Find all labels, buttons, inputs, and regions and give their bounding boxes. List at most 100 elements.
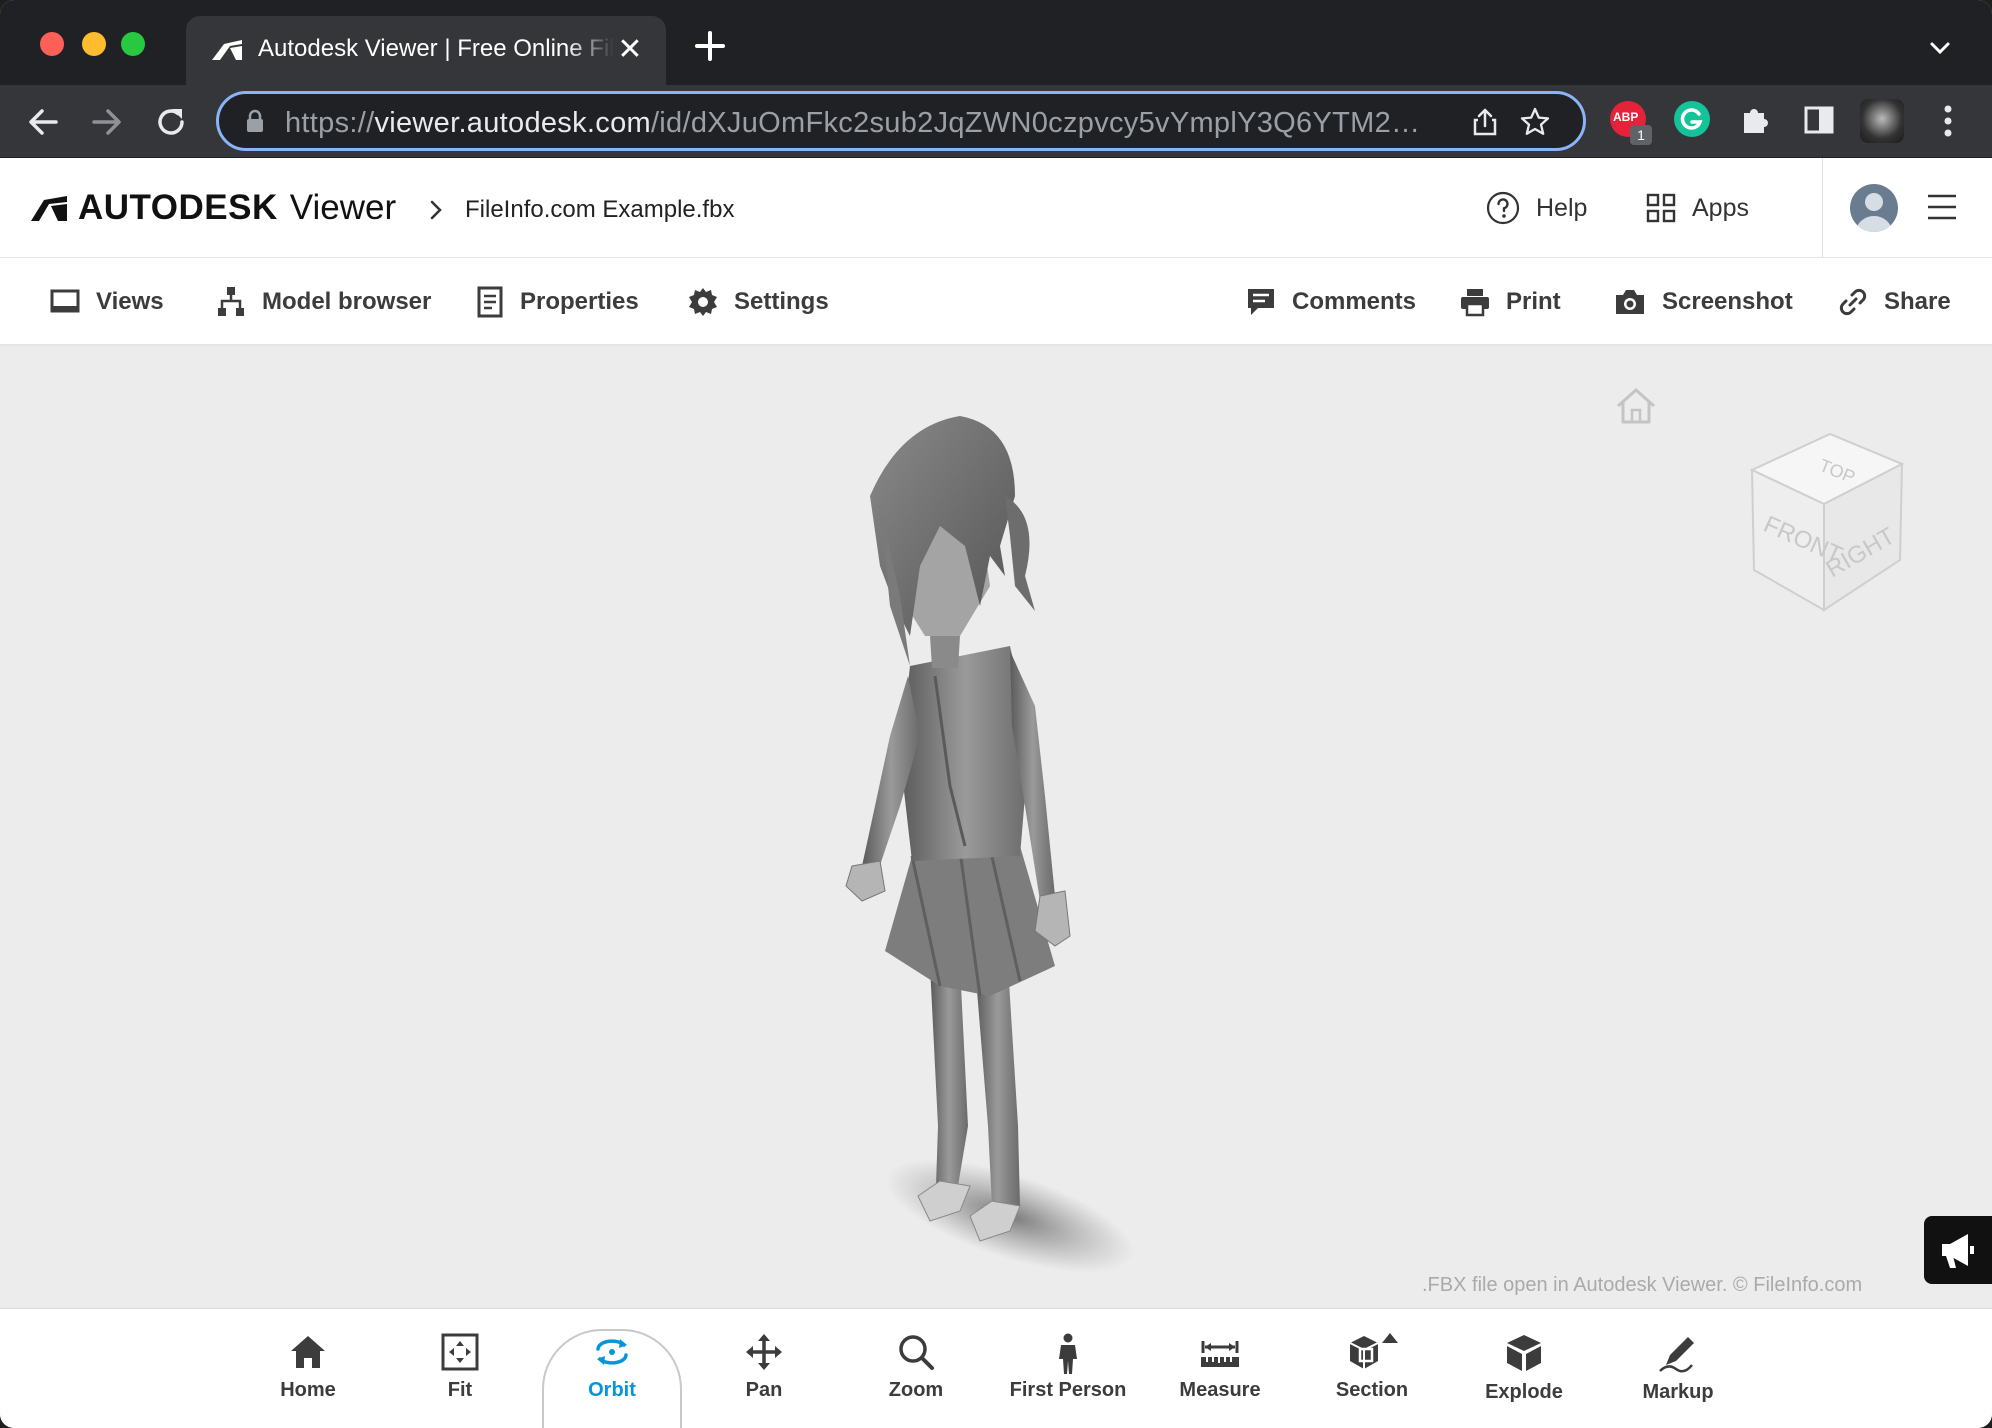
3d-viewport-canvas[interactable]: TOP FRONT RIGHT .FBX file open in Autode… bbox=[0, 346, 1992, 1308]
tab-title-fade bbox=[566, 28, 614, 68]
url-scheme: https:// bbox=[285, 107, 375, 139]
reload-icon[interactable] bbox=[152, 103, 190, 141]
adblock-badge-count: 1 bbox=[1630, 125, 1652, 145]
settings-button[interactable]: Settings bbox=[688, 284, 829, 320]
pan-move-icon bbox=[746, 1334, 782, 1370]
apps-button[interactable]: Apps bbox=[1646, 188, 1749, 228]
hamburger-menu-icon[interactable] bbox=[1926, 192, 1958, 222]
help-question-icon bbox=[1486, 191, 1520, 225]
app-header: AUTODESK Viewer FileInfo.com Example.fbx… bbox=[0, 158, 1992, 258]
settings-label: Settings bbox=[734, 288, 829, 315]
orbit-arrows-icon bbox=[596, 1339, 628, 1365]
fit-tool-label: Fit bbox=[447, 1379, 473, 1401]
share-page-icon[interactable] bbox=[1469, 106, 1501, 138]
markup-tool-label: Markup bbox=[1642, 1381, 1714, 1403]
print-printer-icon bbox=[1461, 289, 1489, 317]
views-label: Views bbox=[96, 288, 164, 315]
properties-label: Properties bbox=[520, 288, 639, 315]
measure-tool-button[interactable]: Measure bbox=[1150, 1327, 1290, 1417]
header-divider bbox=[1822, 158, 1823, 258]
properties-button[interactable]: Properties bbox=[476, 284, 639, 320]
address-bar[interactable]: https://viewer.autodesk.com/id/dXJuOmFkc… bbox=[216, 91, 1586, 151]
section-tool-label: Section bbox=[1335, 1379, 1409, 1401]
adblock-label: ABP bbox=[1613, 110, 1639, 124]
help-button[interactable]: Help bbox=[1486, 188, 1587, 228]
tab-search-chevron-icon[interactable] bbox=[1928, 36, 1952, 60]
bookmark-star-icon[interactable] bbox=[1519, 106, 1551, 138]
share-button[interactable]: Share bbox=[1838, 284, 1951, 320]
new-tab-plus-icon[interactable] bbox=[692, 28, 728, 64]
markup-pen-icon bbox=[1659, 1337, 1694, 1373]
extensions-puzzle-icon[interactable] bbox=[1738, 103, 1772, 137]
tab-title: Autodesk Viewer | Free Online File Viewe… bbox=[258, 35, 614, 62]
zoom-tool-button[interactable]: Zoom bbox=[846, 1327, 986, 1417]
user-avatar[interactable] bbox=[1850, 184, 1898, 232]
zoom-tool-label: Zoom bbox=[888, 1379, 944, 1401]
home-tool-button[interactable]: Home bbox=[238, 1327, 378, 1417]
side-panel-icon[interactable] bbox=[1804, 105, 1834, 135]
browser-toolbar: https://viewer.autodesk.com/id/dXJuOmFkc… bbox=[0, 85, 1992, 158]
home-house-icon bbox=[291, 1336, 325, 1368]
tab-close-icon[interactable]: ✕ bbox=[614, 34, 646, 66]
section-tool-button[interactable]: Section bbox=[1302, 1327, 1442, 1417]
forward-arrow-icon[interactable] bbox=[88, 103, 126, 141]
brand-name: AUTODESK bbox=[78, 188, 278, 227]
comments-button[interactable]: Comments bbox=[1246, 284, 1416, 320]
apps-grid-icon bbox=[1646, 193, 1676, 223]
first-person-tool-button[interactable]: First Person bbox=[998, 1327, 1138, 1417]
grammarly-extension-icon[interactable] bbox=[1674, 101, 1710, 137]
settings-gear-icon bbox=[689, 288, 717, 316]
lock-icon[interactable] bbox=[245, 109, 265, 133]
megaphone-icon bbox=[1942, 1234, 1974, 1268]
viewer-bottom-toolbar: Home Fit Orbit Pan Zoom First Person Mea… bbox=[0, 1308, 1992, 1428]
viewcube-navigation[interactable]: TOP FRONT RIGHT bbox=[1740, 430, 1912, 614]
markup-tool-button[interactable]: Markup bbox=[1608, 1327, 1748, 1417]
profile-avatar-blurred[interactable] bbox=[1860, 99, 1904, 143]
comments-speech-icon bbox=[1248, 289, 1274, 315]
viewer-top-toolbar: Views Model browser Properties Settings … bbox=[0, 258, 1992, 346]
first-person-figure-icon bbox=[1059, 1333, 1077, 1374]
close-window-button[interactable] bbox=[40, 32, 64, 56]
pan-tool-button[interactable]: Pan bbox=[694, 1327, 834, 1417]
browser-tab-active[interactable]: Autodesk Viewer | Free Online File Viewe… bbox=[186, 16, 666, 85]
url-path: /id/dXJuOmFkc2sub2JqZWN0czpvcy5vYmplY3Q6… bbox=[650, 107, 1421, 139]
browser-menu-kebab-icon[interactable] bbox=[1936, 103, 1960, 139]
screenshot-label: Screenshot bbox=[1662, 288, 1793, 315]
autodesk-brand[interactable]: AUTODESK Viewer bbox=[30, 188, 396, 228]
url-host: viewer.autodesk.com bbox=[374, 107, 651, 139]
comments-label: Comments bbox=[1292, 288, 1417, 315]
print-button[interactable]: Print bbox=[1460, 284, 1561, 320]
browser-window: Autodesk Viewer | Free Online File Viewe… bbox=[0, 0, 1992, 1428]
apps-label: Apps bbox=[1692, 193, 1749, 222]
fit-frame-icon bbox=[441, 1333, 479, 1371]
back-arrow-icon[interactable] bbox=[24, 103, 62, 141]
measure-ruler-icon bbox=[1201, 1341, 1239, 1367]
viewcube-home-icon[interactable] bbox=[1614, 386, 1658, 426]
user-silhouette-icon bbox=[1856, 193, 1892, 232]
views-button[interactable]: Views bbox=[50, 284, 164, 320]
screenshot-button[interactable]: Screenshot bbox=[1614, 284, 1793, 320]
explode-box-icon bbox=[1507, 1335, 1541, 1371]
feedback-megaphone-button[interactable] bbox=[1924, 1216, 1992, 1284]
help-label: Help bbox=[1536, 193, 1588, 222]
fit-tool-button[interactable]: Fit bbox=[390, 1327, 530, 1417]
screenshot-camera-icon bbox=[1616, 290, 1644, 314]
orbit-tool-label: Orbit bbox=[588, 1379, 636, 1401]
url-text[interactable]: https://viewer.autodesk.com/id/dXJuOmFkc… bbox=[285, 106, 1425, 140]
3d-model-character[interactable] bbox=[840, 406, 1160, 1286]
home-tool-label: Home bbox=[280, 1379, 336, 1401]
model-browser-label: Model browser bbox=[262, 288, 432, 315]
model-browser-tree-icon bbox=[218, 287, 244, 316]
section-cube-icon bbox=[1349, 1333, 1398, 1369]
first-person-tool-label: First Person bbox=[1009, 1379, 1127, 1401]
autodesk-logo-icon bbox=[31, 196, 67, 221]
orbit-tool-button[interactable]: Orbit bbox=[542, 1327, 682, 1417]
share-link-icon bbox=[1839, 288, 1867, 316]
maximize-window-button[interactable] bbox=[121, 32, 145, 56]
views-monitor-icon bbox=[50, 289, 80, 313]
minimize-window-button[interactable] bbox=[82, 32, 106, 56]
tab-strip: Autodesk Viewer | Free Online File Viewe… bbox=[0, 0, 1992, 85]
model-browser-button[interactable]: Model browser bbox=[216, 284, 431, 320]
explode-tool-button[interactable]: Explode bbox=[1454, 1327, 1594, 1417]
explode-tool-label: Explode bbox=[1485, 1381, 1563, 1403]
